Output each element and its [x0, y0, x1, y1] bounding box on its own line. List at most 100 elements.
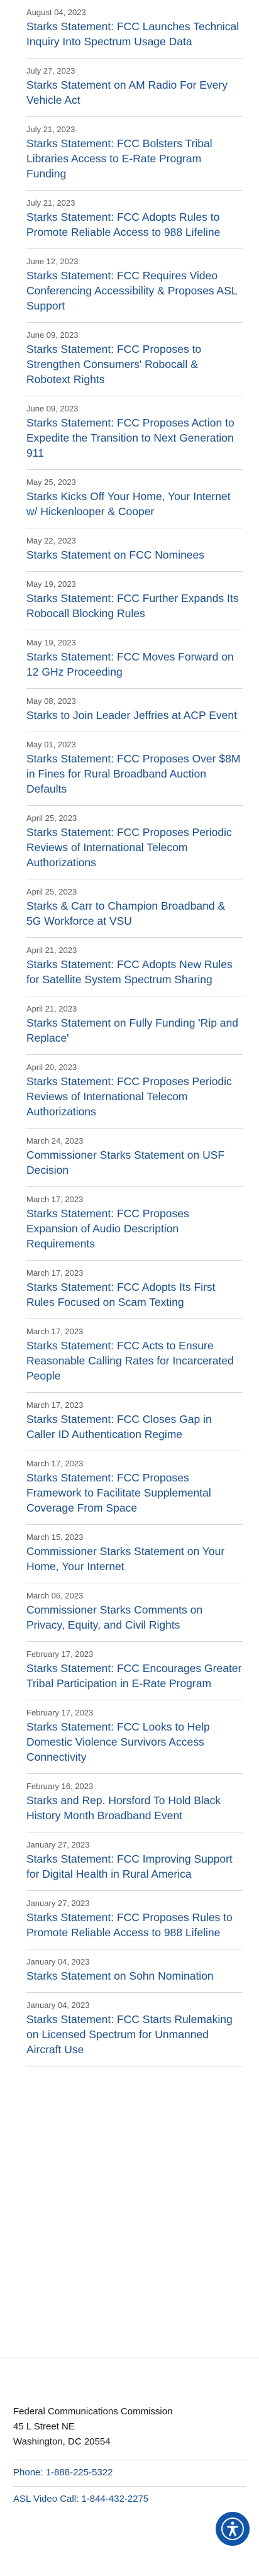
news-date: July 27, 2023: [26, 66, 75, 75]
news-title-link[interactable]: Starks Statement: FCC Starts Rulemaking …: [26, 2012, 243, 2057]
list-item: January 04, 2023 Starks Statement on Sohn…: [26, 1949, 243, 1993]
news-title-link[interactable]: Starks Statement on FCC Nominees: [26, 547, 243, 562]
news-title-link[interactable]: Starks Statement: FCC Encourages Greater…: [26, 1661, 243, 1691]
news-date: March 17, 2023: [26, 1268, 84, 1278]
news-date: April 25, 2023: [26, 813, 77, 823]
news-date: March 06, 2023: [26, 1591, 84, 1600]
news-date: May 22, 2023: [26, 536, 76, 545]
list-item: February 17, 2023 Starks Statement: FCC E…: [26, 1642, 243, 1700]
list-item: March 15, 2023 Commissioner Starks Statem…: [26, 1525, 243, 1583]
news-date: February 16, 2023: [26, 1781, 94, 1791]
accessibility-button[interactable]: [216, 2512, 250, 2546]
list-item: June 12, 2023 Starks Statement: FCC Requi…: [26, 249, 243, 323]
news-date: June 09, 2023: [26, 330, 79, 340]
news-date: March 17, 2023: [26, 1327, 84, 1336]
news-date: February 17, 2023: [26, 1649, 94, 1659]
news-title-link[interactable]: Starks Statement: FCC Adopts Its First R…: [26, 1280, 243, 1310]
news-date: March 17, 2023: [26, 1459, 84, 1468]
list-item: July 27, 2023 Starks Statement on AM Radi…: [26, 59, 243, 117]
news-title-link[interactable]: Commissioner Starks Comments on Privacy,…: [26, 1602, 243, 1632]
news-title-link[interactable]: Starks Statement: FCC Closes Gap in Call…: [26, 1412, 243, 1442]
footer-address-line1: 45 L Street NE: [13, 2421, 75, 2432]
news-title-link[interactable]: Starks Statement: FCC Proposes Rules to …: [26, 1910, 243, 1940]
news-date: April 20, 2023: [26, 1062, 77, 1072]
list-item: May 22, 2023 Starks Statement on FCC Nomi…: [26, 528, 243, 572]
news-date: May 08, 2023: [26, 696, 76, 706]
news-date: March 15, 2023: [26, 1532, 84, 1542]
news-date: May 25, 2023: [26, 477, 76, 487]
list-item: August 04, 2023 Starks Statement: FCC Lau…: [26, 0, 243, 59]
news-list: August 04, 2023 Starks Statement: FCC Lau…: [0, 0, 259, 2358]
news-title-link[interactable]: Starks Statement: FCC Proposes to Streng…: [26, 342, 243, 387]
list-item: July 21, 2023 Starks Statement: FCC Bolst…: [26, 117, 243, 191]
list-item: May 19, 2023 Starks Statement: FCC Moves …: [26, 630, 243, 689]
news-date: January 27, 2023: [26, 1899, 90, 1908]
news-date: May 19, 2023: [26, 638, 76, 647]
list-item: May 25, 2023 Starks Kicks Off Your Home, …: [26, 470, 243, 528]
list-item: March 17, 2023 Starks Statement: FCC Adop…: [26, 1261, 243, 1319]
news-title-link[interactable]: Starks Statement: FCC Adopts New Rules f…: [26, 957, 243, 987]
news-date: March 24, 2023: [26, 1136, 84, 1146]
list-item: March 24, 2023 Commissioner Starks Statem…: [26, 1129, 243, 1187]
news-title-link[interactable]: Starks Statement: FCC Further Expands It…: [26, 591, 243, 621]
list-item: January 04, 2023 Starks Statement: FCC St…: [26, 1993, 243, 2066]
news-title-link[interactable]: Starks Statement: FCC Moves Forward on 1…: [26, 649, 243, 679]
news-date: March 17, 2023: [26, 1400, 84, 1410]
news-title-link[interactable]: Starks Statement: FCC Proposes Framework…: [26, 1470, 243, 1515]
news-date: June 12, 2023: [26, 257, 79, 266]
news-title-link[interactable]: Starks Statement: FCC Improving Support …: [26, 1851, 243, 1882]
news-title-link[interactable]: Starks Statement on AM Radio For Every V…: [26, 77, 243, 108]
news-date: July 21, 2023: [26, 198, 75, 208]
list-item: June 09, 2023 Starks Statement: FCC Propo…: [26, 323, 243, 396]
news-date: January 27, 2023: [26, 1840, 90, 1849]
list-item: March 17, 2023 Starks Statement: FCC Acts…: [26, 1319, 243, 1393]
news-title-link[interactable]: Starks to Join Leader Jeffries at ACP Ev…: [26, 708, 243, 723]
list-item: March 17, 2023 Starks Statement: FCC Prop…: [26, 1187, 243, 1261]
footer-divider: [13, 2486, 246, 2487]
news-date: February 17, 2023: [26, 1708, 94, 1717]
news-title-link[interactable]: Starks & Carr to Champion Broadband & 5G…: [26, 898, 243, 928]
news-title-link[interactable]: Starks Statement: FCC Proposes Action to…: [26, 415, 243, 460]
news-date: January 04, 2023: [26, 1957, 90, 1966]
list-item: April 21, 2023 Starks Statement: FCC Adop…: [26, 938, 243, 996]
news-date: April 21, 2023: [26, 945, 77, 955]
list-item: May 19, 2023 Starks Statement: FCC Furthe…: [26, 572, 243, 630]
list-item: March 17, 2023 Starks Statement: FCC Clos…: [26, 1393, 243, 1451]
footer: Federal Communications Commission 45 L S…: [0, 2358, 259, 2576]
news-title-link[interactable]: Starks Kicks Off Your Home, Your Interne…: [26, 489, 243, 519]
news-title-link[interactable]: Starks Statement on Sohn Nomination: [26, 1968, 243, 1983]
news-title-link[interactable]: Commissioner Starks Statement on Your Ho…: [26, 1544, 243, 1574]
asl-video-call-link[interactable]: ASL Video Call: 1-844-432-2275: [13, 2493, 148, 2506]
news-title-link[interactable]: Starks Statement: FCC Proposes Periodic …: [26, 1074, 243, 1119]
news-date: April 25, 2023: [26, 887, 77, 896]
list-item: January 27, 2023 Starks Statement: FCC Im…: [26, 1832, 243, 1891]
list-item: May 01, 2023 Starks Statement: FCC Propos…: [26, 732, 243, 806]
list-item: March 17, 2023 Starks Statement: FCC Prop…: [26, 1451, 243, 1525]
news-title-link[interactable]: Starks Statement: FCC Acts to Ensure Rea…: [26, 1338, 243, 1383]
list-item: June 09, 2023 Starks Statement: FCC Propo…: [26, 396, 243, 470]
news-title-link[interactable]: Starks Statement: FCC Requires Video Con…: [26, 268, 243, 313]
list-item: April 21, 2023 Starks Statement on Fully …: [26, 996, 243, 1055]
footer-address-line2: Washington, DC 20554: [13, 2436, 111, 2447]
news-date: July 21, 2023: [26, 125, 75, 134]
news-title-link[interactable]: Starks Statement: FCC Adopts Rules to Pr…: [26, 209, 243, 240]
news-title-link[interactable]: Starks Statement: FCC Bolsters Tribal Li…: [26, 136, 243, 181]
news-title-link[interactable]: Starks Statement on Fully Funding 'Rip a…: [26, 1015, 243, 1045]
news-date: April 21, 2023: [26, 1004, 77, 1013]
news-title-link[interactable]: Commissioner Starks Statement on USF Dec…: [26, 1147, 243, 1178]
list-item: February 16, 2023 Starks and Rep. Horsfor…: [26, 1774, 243, 1832]
list-item: April 25, 2023 Starks Statement: FCC Prop…: [26, 806, 243, 879]
list-item: April 20, 2023 Starks Statement: FCC Prop…: [26, 1055, 243, 1129]
news-title-link[interactable]: Starks Statement: FCC Proposes Expansion…: [26, 1206, 243, 1251]
news-title-link[interactable]: Starks Statement: FCC Proposes Over $8M …: [26, 751, 243, 796]
news-date: January 04, 2023: [26, 2000, 90, 2010]
list-item: July 21, 2023 Starks Statement: FCC Adopt…: [26, 191, 243, 249]
news-title-link[interactable]: Starks Statement: FCC Proposes Periodic …: [26, 825, 243, 870]
phone-link[interactable]: Phone: 1-888-225-5322: [13, 2467, 113, 2479]
news-date: June 09, 2023: [26, 404, 79, 413]
news-title-link[interactable]: Starks Statement: FCC Launches Technical…: [26, 19, 243, 49]
news-date: March 17, 2023: [26, 1195, 84, 1204]
footer-address: Federal Communications Commission 45 L S…: [13, 2404, 240, 2450]
news-title-link[interactable]: Starks and Rep. Horsford To Hold Black H…: [26, 1793, 243, 1823]
news-title-link[interactable]: Starks Statement: FCC Looks to Help Dome…: [26, 1719, 243, 1765]
